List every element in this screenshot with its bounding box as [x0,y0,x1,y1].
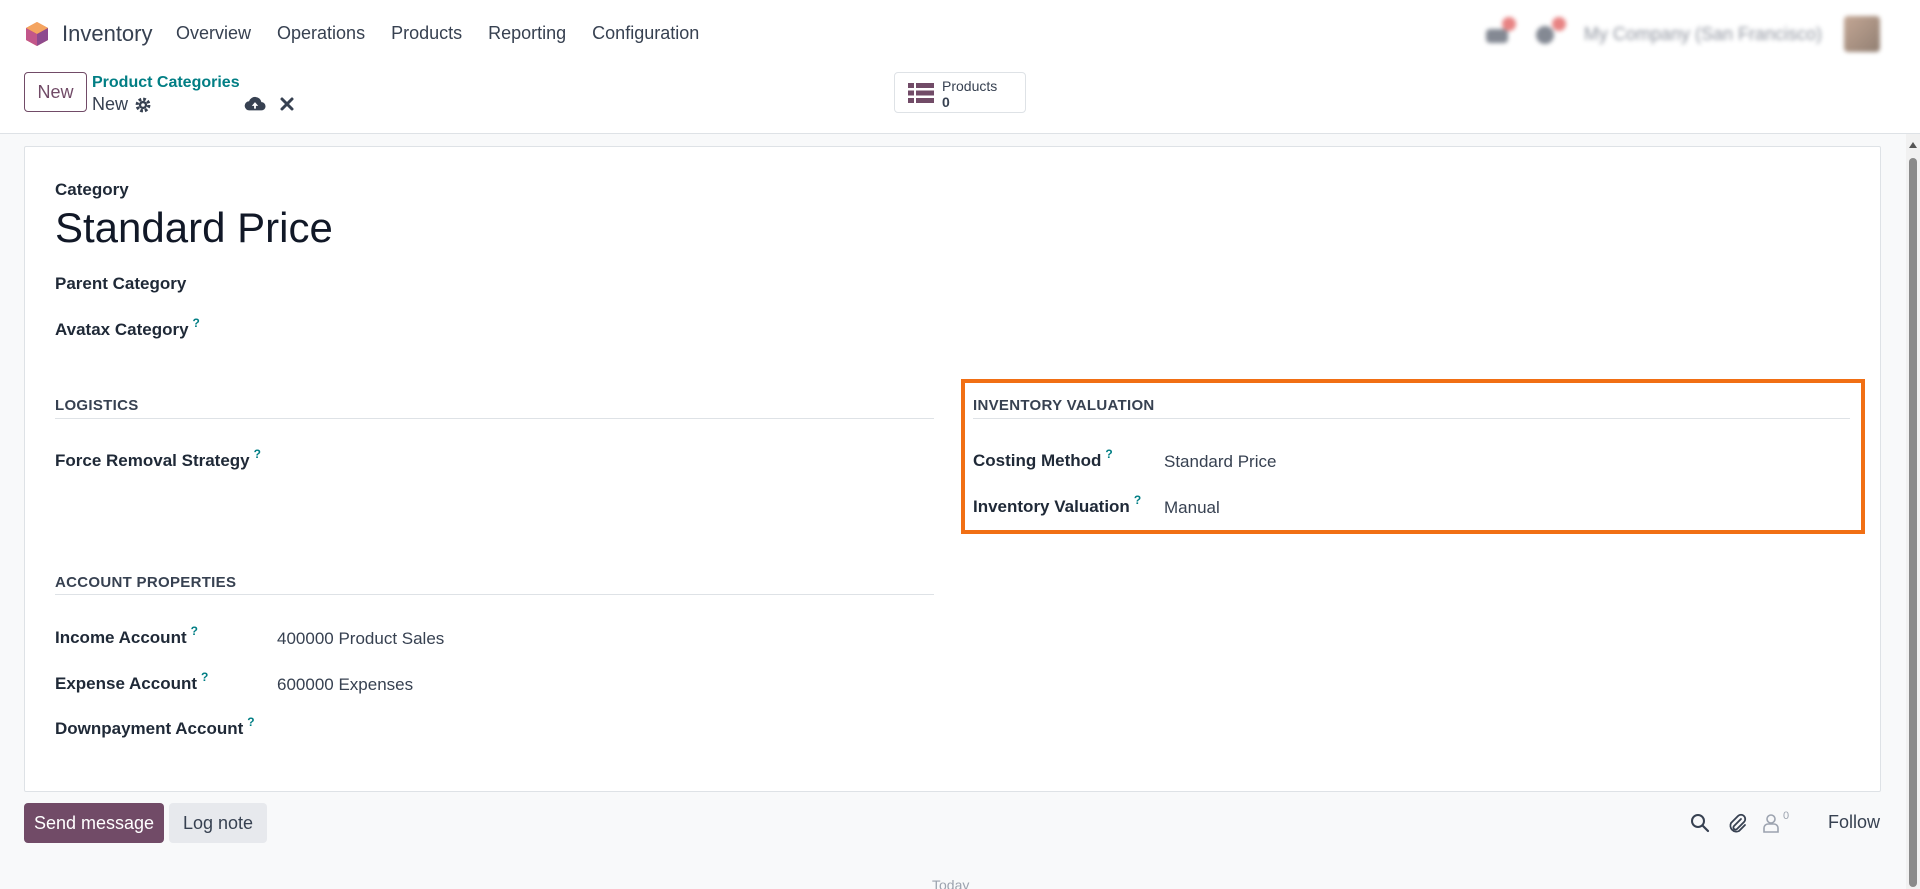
log-note-button[interactable]: Log note [169,803,267,843]
gear-icon[interactable] [134,96,152,114]
help-tooltip-icon[interactable]: ? [254,447,261,461]
control-panel: New Product Categories New Products 0 [0,66,1920,134]
category-name-field[interactable]: Standard Price [55,204,333,252]
activity-clock-icon[interactable] [1534,17,1566,45]
category-label: Category [55,180,129,199]
income-account-field[interactable]: 400000 Product Sales [277,629,444,649]
search-icon[interactable] [1690,813,1710,833]
expense-account-label: Expense Account? [55,670,209,693]
company-switcher[interactable]: My Company (San Francisco) [1584,24,1822,45]
breadcrumb-product-categories[interactable]: Product Categories [92,74,240,92]
new-button[interactable]: New [24,72,87,112]
force-removal-strategy-label: Force Removal Strategy? [55,447,261,470]
menu-operations[interactable]: Operations [277,23,365,44]
expense-account-field[interactable]: 600000 Expenses [277,675,413,695]
avatax-category-label: Avatax Category? [55,316,200,339]
cloud-upload-icon[interactable] [244,94,266,114]
parent-category-label: Parent Category [55,274,187,293]
account-properties-section-title: ACCOUNT PROPERTIES [55,574,237,591]
menu-overview[interactable]: Overview [176,23,251,44]
followers-count: 0 [1783,810,1790,822]
discard-x-icon[interactable] [279,96,295,112]
followers-user-icon[interactable] [1762,813,1780,833]
app-name[interactable]: Inventory [62,21,153,47]
menu-reporting[interactable]: Reporting [488,23,566,44]
help-tooltip-icon[interactable]: ? [193,316,200,330]
list-icon [908,83,934,103]
help-tooltip-icon[interactable]: ? [191,624,198,638]
send-message-button[interactable]: Send message [24,803,164,843]
smart-button-count: 0 [942,94,950,110]
highlight-box [961,379,1865,534]
systray: My Company (San Francisco) [1484,16,1880,52]
help-tooltip-icon[interactable]: ? [201,670,208,684]
help-tooltip-icon[interactable]: ? [247,715,254,729]
user-avatar[interactable] [1844,16,1880,52]
main-menu: Overview Operations Products Reporting C… [176,23,725,44]
messaging-icon[interactable] [1484,17,1516,45]
products-smart-button[interactable]: Products 0 [894,72,1026,113]
income-account-label: Income Account? [55,624,198,647]
follow-button[interactable]: Follow [1828,812,1880,833]
inventory-app-icon[interactable] [24,21,50,47]
scroll-up-arrow[interactable] [1909,142,1917,148]
logistics-section-title: LOGISTICS [55,397,139,414]
smart-button-label: Products [942,78,998,94]
top-navbar: Inventory Overview Operations Products R… [0,0,1920,66]
page-scrollbar[interactable] [1906,134,1920,889]
paperclip-icon[interactable] [1727,813,1747,835]
today-separator: Today [932,877,970,889]
logistics-divider [55,418,934,419]
menu-products[interactable]: Products [391,23,462,44]
scroll-thumb[interactable] [1909,158,1917,887]
menu-configuration[interactable]: Configuration [592,23,699,44]
downpayment-account-label: Downpayment Account? [55,715,255,738]
breadcrumb-current: New [92,94,129,114]
accounts-divider [55,594,934,595]
